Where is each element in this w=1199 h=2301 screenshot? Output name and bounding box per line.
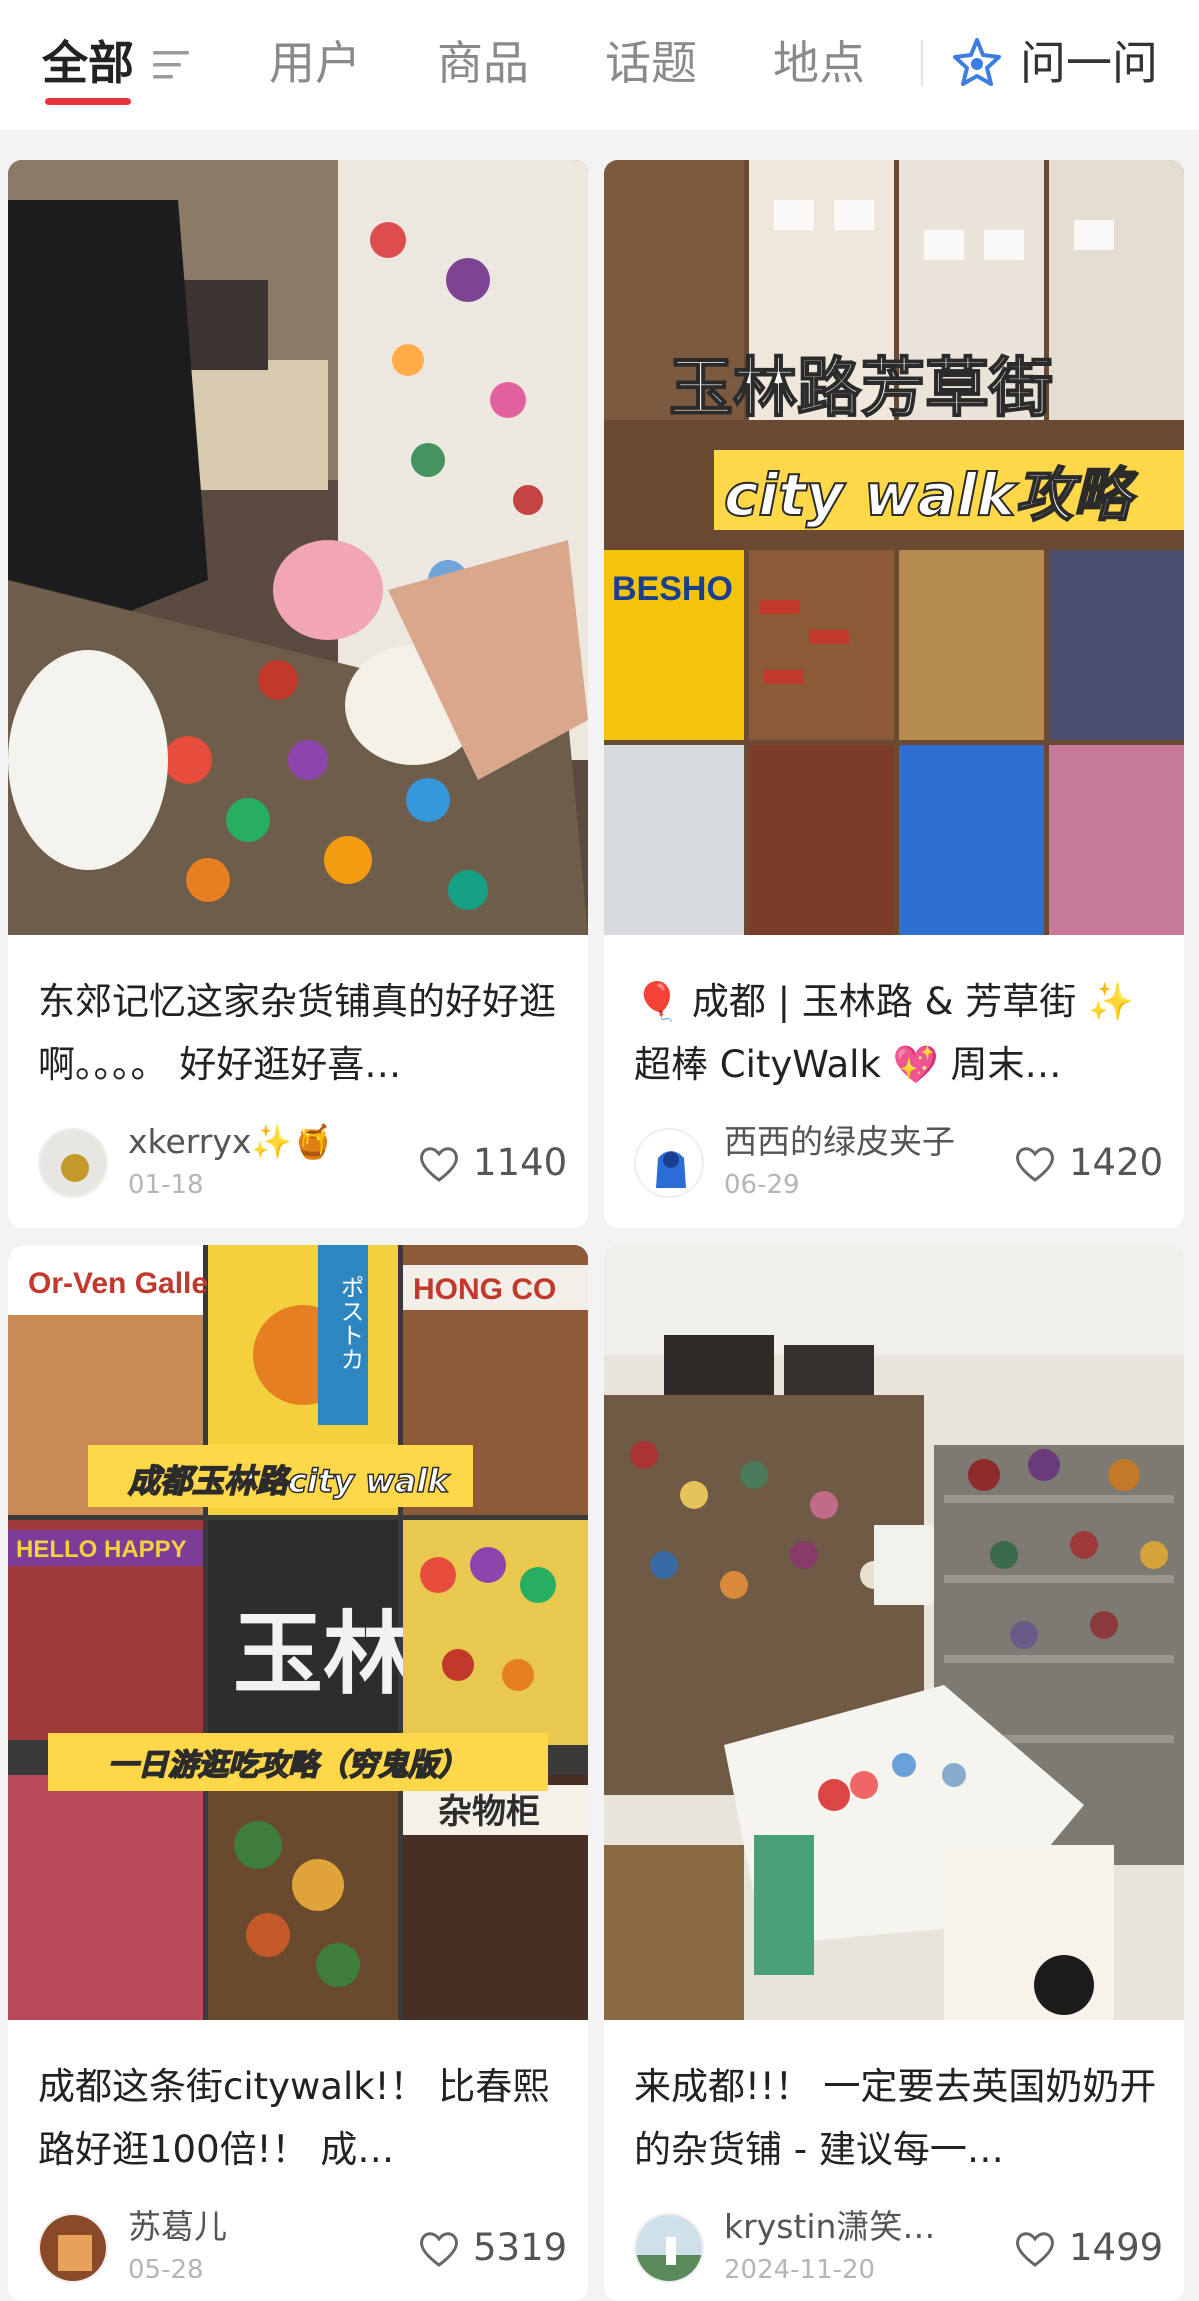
shop-sign-hongkong: HONG CO [413,1273,556,1306]
note-card[interactable]: 来成都!!！ 一定要去英国奶奶开的杂货铺 - 建议每一… krystin潇笑… … [604,1245,1184,2301]
overlay-title-line2: city walk攻略 [724,461,1138,529]
overlay-title-line1: 玉林路芳草街 [669,352,1053,426]
shop-sign-text: BESHO [612,570,733,608]
note-cover-image[interactable]: BESHO 玉林路芳草街 city walk攻略 [604,160,1184,935]
overlay-title-bottom: 一日游逛吃攻略（穷鬼版） [108,1748,468,1783]
author-name[interactable]: 西西的绿皮夹子 [724,1122,984,1162]
like-heart-icon[interactable] [1014,2230,1056,2268]
tab-places[interactable]: 地点 [773,32,865,94]
note-card[interactable]: BESHO 玉林路芳草街 city walk攻略 🎈 成都 | 玉林路 & 芳草… [604,160,1184,1228]
tab-products[interactable]: 商品 [437,32,529,94]
ask-star-icon[interactable] [950,36,1004,90]
note-card[interactable]: 东郊记忆这家杂货铺真的好好逛啊。。。。 好好逛好喜… xkerryx✨🍯 01-… [8,160,588,1228]
like-count: 1499 [1069,2226,1164,2269]
post-date: 01-18 [128,1170,204,1200]
shop-sign-hello: HELLO HAPPY [16,1536,187,1563]
note-title[interactable]: 🎈 成都 | 玉林路 & 芳草街 ✨ 超棒 CityWalk 💖 周末… [634,970,1159,1096]
avatar[interactable] [634,1128,704,1198]
avatar[interactable] [38,2213,108,2283]
like-heart-icon[interactable] [418,1145,460,1183]
note-title[interactable]: 成都这条街citywalk!！ 比春熙路好逛100倍!！ 成… [38,2055,563,2181]
note-cover-image[interactable]: Or-Ven Gallery ポストカ HONG CO HELLO HAPPY … [8,1245,588,2020]
shop-sign-poster: ポストカ [336,1275,364,1371]
note-card[interactable]: Or-Ven Gallery ポストカ HONG CO HELLO HAPPY … [8,1245,588,2301]
note-cover-image[interactable] [8,160,588,935]
active-tab-indicator [45,98,131,105]
shop-sign-gallery: Or-Ven Gallery [28,1267,237,1300]
like-count: 1420 [1069,1141,1164,1184]
author-name[interactable]: 苏葛儿 [128,2207,388,2247]
author-name[interactable]: krystin潇笑… [724,2207,984,2247]
like-count: 1140 [473,1141,568,1184]
tab-users[interactable]: 用户 [269,32,361,94]
tab-topics[interactable]: 话题 [605,32,697,94]
shop-sign-yulin: 玉林 [233,1601,413,1707]
shop-sign-shop: 杂物柜 [438,1792,540,1832]
avatar[interactable] [38,1128,108,1198]
tab-all[interactable]: 全部 [42,32,134,94]
search-tab-bar: 全部 用户 商品 话题 地点 问一问 [0,0,1199,130]
post-date: 05-28 [128,2255,204,2285]
tab-divider [921,40,923,86]
post-date: 2024-11-20 [724,2255,876,2285]
filter-icon[interactable] [151,48,191,82]
note-title[interactable]: 东郊记忆这家杂货铺真的好好逛啊。。。。 好好逛好喜… [38,970,563,1096]
overlay-title-top: 成都玉林路city walk [128,1462,450,1500]
avatar[interactable] [634,2213,704,2283]
like-count: 5319 [473,2226,568,2269]
note-cover-image[interactable] [604,1245,1184,2020]
tab-ask[interactable]: 问一问 [1020,32,1158,94]
note-title[interactable]: 来成都!!！ 一定要去英国奶奶开的杂货铺 - 建议每一… [634,2055,1159,2181]
post-date: 06-29 [724,1170,800,1200]
like-heart-icon[interactable] [418,2230,460,2268]
author-name[interactable]: xkerryx✨🍯 [128,1122,388,1162]
like-heart-icon[interactable] [1014,1145,1056,1183]
